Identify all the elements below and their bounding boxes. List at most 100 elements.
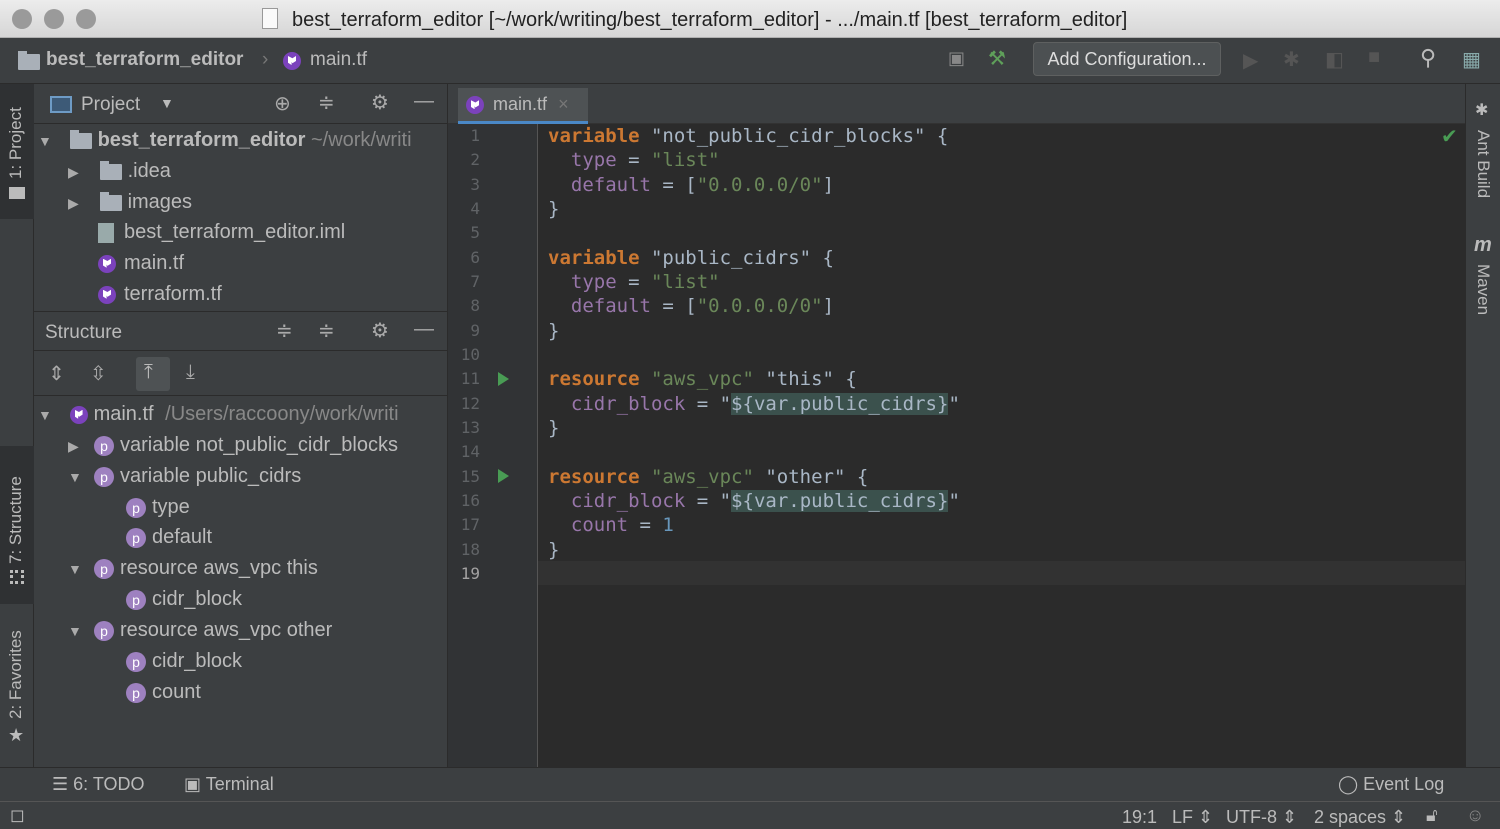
hide-panel-icon[interactable]: — xyxy=(414,318,434,341)
run-window-icon[interactable]: ▣ xyxy=(948,48,965,69)
breadcrumb-separator-icon: › xyxy=(262,49,269,70)
property-badge-icon: p xyxy=(126,497,146,518)
tree-item-images[interactable]: ▶ images xyxy=(68,187,192,217)
encoding-selector[interactable]: UTF-8 ⇕ xyxy=(1226,807,1297,828)
tab-favorites-label: 2: Favorites xyxy=(6,630,25,719)
structure-node[interactable]: ▼ p resource aws_vpc other xyxy=(68,615,332,645)
code-token: = xyxy=(616,271,651,293)
expand-all-icon[interactable]: ≑ xyxy=(276,318,293,343)
code-line[interactable]: cidr_block = "${var.public_cidrs}" xyxy=(548,392,960,416)
locate-file-icon[interactable]: ⊕ xyxy=(274,91,291,116)
code-line[interactable]: } xyxy=(548,197,559,221)
tab-main-tf[interactable]: main.tf × xyxy=(458,88,588,124)
lock-icon[interactable]: 🔓︎ xyxy=(1426,805,1438,826)
tab-todo[interactable]: ☰ 6: TODO xyxy=(52,774,145,795)
code-token: . xyxy=(788,490,800,512)
structure-node[interactable]: p type xyxy=(126,492,190,522)
gear-icon[interactable]: ⚙ xyxy=(371,318,389,343)
run-gutter-icon[interactable] xyxy=(498,372,509,386)
tree-item-iml[interactable]: best_terraform_editor.iml xyxy=(98,217,345,247)
window-title: best_terraform_editor [~/work/writing/be… xyxy=(292,9,1128,31)
tab-event-log[interactable]: ◯ Event Log xyxy=(1338,774,1444,795)
collapse-all-icon[interactable]: ⇳ xyxy=(90,361,107,386)
project-view-selector[interactable]: Project xyxy=(81,94,140,116)
arrow-up-icon: ⤒ xyxy=(144,361,153,383)
search-icon[interactable]: ⚲ xyxy=(1420,45,1436,71)
tab-project[interactable]: 1: Project xyxy=(0,84,34,219)
close-tab-icon[interactable]: × xyxy=(558,94,569,114)
hide-panel-icon[interactable]: — xyxy=(414,90,434,113)
structure-node[interactable]: p cidr_block xyxy=(126,646,242,676)
close-window-button[interactable] xyxy=(12,9,32,29)
code-line[interactable]: type = "list" xyxy=(548,148,720,172)
code-line[interactable]: cidr_block = "${var.public_cidrs}" xyxy=(548,489,960,513)
code-line[interactable]: variable "not_public_cidr_blocks" { xyxy=(548,124,948,148)
minimize-window-button[interactable] xyxy=(44,9,64,29)
terminal-icon: ▣ xyxy=(184,774,206,794)
code-line[interactable]: default = ["0.0.0.0/0"] xyxy=(548,173,834,197)
code-line[interactable]: type = "list" xyxy=(548,270,720,294)
code-line[interactable]: default = ["0.0.0.0/0"] xyxy=(548,294,834,318)
code-line[interactable]: variable "public_cidrs" { xyxy=(548,246,834,270)
tab-terminal[interactable]: ▣ Terminal xyxy=(184,774,274,795)
gear-icon[interactable]: ⚙ xyxy=(371,90,389,115)
structure-node[interactable]: ▼ p variable public_cidrs xyxy=(68,461,301,491)
structure-node[interactable]: p cidr_block xyxy=(126,584,242,614)
structure-root[interactable]: ▼ main.tf /Users/raccoony/work/writi xyxy=(38,399,399,429)
code-line[interactable]: resource "aws_vpc" "this" { xyxy=(548,367,857,391)
tree-root-project[interactable]: ▼ best_terraform_editor ~/work/writi xyxy=(38,125,412,155)
code-token: "0.0.0.0/0" xyxy=(696,174,823,196)
tab-maven[interactable]: m Maven xyxy=(1466,234,1500,334)
line-separator-selector[interactable]: LF ⇕ xyxy=(1172,807,1213,828)
indent-selector[interactable]: 2 spaces ⇕ xyxy=(1314,807,1406,828)
tree-item-main-tf[interactable]: main.tf xyxy=(98,248,184,278)
coverage-icon[interactable]: ◧ xyxy=(1325,47,1344,72)
project-panel: Project ▼ ⊕ ≑ ⚙ — ▼ best_terraform_edito… xyxy=(34,84,448,767)
chevron-right-icon: ▶ xyxy=(68,195,79,211)
breadcrumb-project[interactable]: best_terraform_editor xyxy=(46,49,243,71)
tab-favorites[interactable]: 2: Favorites ★ xyxy=(0,614,34,754)
code-line[interactable]: } xyxy=(548,416,559,440)
project-structure-icon[interactable]: ▦ xyxy=(1462,47,1481,72)
code-token: " xyxy=(948,490,960,512)
autoscroll-to-source-button[interactable]: ⤒ xyxy=(136,357,170,391)
run-gutter-icon[interactable] xyxy=(498,469,509,483)
build-hammer-icon[interactable]: ⚒ xyxy=(988,46,1006,71)
line-number: 1 xyxy=(470,126,480,145)
code-line[interactable]: } xyxy=(548,538,559,562)
expand-all-icon[interactable]: ⇕ xyxy=(48,361,65,386)
property-badge-icon: p xyxy=(126,651,146,672)
inspector-icon[interactable]: ☺ xyxy=(1466,805,1484,826)
collapse-all-icon[interactable]: ≑ xyxy=(318,90,335,115)
tab-structure-label: 7: Structure xyxy=(6,476,25,564)
add-configuration-button[interactable]: Add Configuration... xyxy=(1033,42,1221,76)
toggle-tool-windows-icon[interactable]: ◻ xyxy=(10,805,25,826)
collapse-all-icon[interactable]: ≑ xyxy=(318,318,335,343)
run-icon[interactable]: ▶ xyxy=(1243,48,1258,73)
zoom-window-button[interactable] xyxy=(76,9,96,29)
structure-node[interactable]: ▶ p variable not_public_cidr_blocks xyxy=(68,430,398,460)
tree-root-name: best_terraform_editor xyxy=(97,129,306,151)
tree-item-terraform-tf[interactable]: terraform.tf xyxy=(98,279,222,309)
structure-node-label: variable not_public_cidr_blocks xyxy=(120,434,398,456)
structure-node[interactable]: p default xyxy=(126,522,212,552)
code-token: var xyxy=(753,393,789,415)
tree-item-idea[interactable]: ▶ .idea xyxy=(68,156,171,186)
code-line[interactable]: resource "aws_vpc" "other" { xyxy=(548,465,868,489)
structure-node[interactable]: ▼ p resource aws_vpc this xyxy=(68,553,318,583)
chevron-down-icon[interactable]: ▼ xyxy=(160,95,174,111)
list-icon: ☰ xyxy=(52,774,74,794)
breadcrumb-file[interactable]: main.tf xyxy=(310,49,367,71)
line-number: 15 xyxy=(460,467,480,486)
tab-ant-build[interactable]: ✱ Ant Build xyxy=(1466,94,1500,214)
code-line[interactable]: } xyxy=(548,319,559,343)
structure-node[interactable]: p count xyxy=(126,677,201,707)
arrow-down-icon[interactable]: ⤓ xyxy=(186,361,195,384)
code-token: ${ xyxy=(731,393,754,415)
code-line[interactable]: count = 1 xyxy=(548,513,674,537)
debug-icon[interactable]: ✱ xyxy=(1283,47,1300,72)
tab-structure[interactable]: 7: Structure xyxy=(0,446,34,604)
structure-toolbar: ⇕ ⇳ ⤒ ⤓ xyxy=(34,352,448,396)
stop-icon[interactable]: ■ xyxy=(1368,46,1380,69)
caret-position[interactable]: 19:1 xyxy=(1122,807,1157,828)
